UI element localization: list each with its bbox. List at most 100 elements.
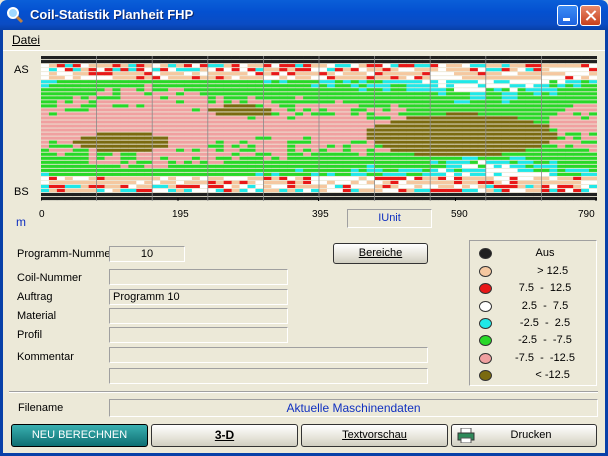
heatmap-cell (136, 64, 145, 68)
heatmap-cell (533, 128, 542, 132)
heatmap-cell (168, 100, 177, 104)
heatmap-cell (438, 180, 447, 185)
heatmap-cell (207, 124, 217, 128)
heatmap-cell (183, 160, 193, 164)
textvorschau-button[interactable]: Textvorschau (301, 424, 448, 447)
heatmap-cell (303, 196, 312, 201)
heatmap-cell (350, 184, 360, 189)
drucken-button[interactable]: Drucken (451, 424, 597, 447)
heatmap-cell (247, 176, 256, 180)
filename-field[interactable]: Aktuelle Maschinendaten (109, 399, 598, 417)
heatmap-cell (64, 180, 74, 185)
heatmap-cell (533, 156, 542, 160)
heatmap-cell (414, 160, 423, 164)
heatmap-cell (517, 104, 526, 108)
heatmap-cell (509, 148, 518, 152)
heatmap-cell (366, 172, 375, 176)
heatmap-cell (112, 140, 121, 144)
heatmap-cell (255, 160, 264, 164)
heatmap-cell (461, 184, 471, 189)
heatmap-cell (557, 108, 566, 112)
heatmap-cell (247, 112, 256, 116)
heatmap-cell (469, 72, 479, 76)
heatmap-cell (398, 180, 407, 185)
heatmap-cell (430, 76, 439, 80)
heatmap-cell (398, 160, 407, 164)
heatmap-cell (358, 100, 367, 104)
heatmap-cell (183, 184, 193, 189)
heatmap-cell (509, 56, 518, 60)
heatmap-cell (199, 196, 209, 201)
window-frame-left (0, 30, 3, 456)
material-field[interactable] (109, 308, 288, 324)
heatmap-cell (509, 140, 518, 144)
heatmap-cell (223, 100, 232, 104)
heatmap-cell (176, 172, 185, 176)
heatmap-cell (295, 116, 304, 120)
heatmap-cell (374, 116, 383, 120)
close-button[interactable] (580, 5, 601, 26)
heatmap-cell (581, 136, 590, 140)
profil-field[interactable] (109, 327, 288, 343)
heatmap-cell (573, 80, 582, 84)
heatmap-cell (366, 68, 375, 72)
coil-nummer-field[interactable] (109, 269, 288, 285)
heatmap-cell (96, 168, 105, 172)
neu-berechnen-button[interactable]: NEU BERECHNEN (11, 424, 148, 447)
auftrag-field[interactable]: Programm 10 (109, 289, 288, 305)
heatmap-cell (398, 152, 407, 156)
heatmap-cell (469, 140, 479, 144)
heatmap-cell (160, 104, 169, 108)
heatmap-cell (287, 144, 296, 148)
heatmap-cell (565, 60, 574, 64)
heatmap-cell (565, 116, 574, 120)
heatmap-cell (183, 60, 193, 64)
heatmap-cell (120, 180, 129, 185)
heatmap-cell (96, 96, 105, 100)
heatmap-cell (390, 156, 399, 160)
heatmap-cell (215, 88, 224, 92)
heatmap-cell (414, 140, 423, 144)
heatmap-cell (271, 164, 280, 168)
heatmap-cell (104, 196, 113, 201)
heatmap-cell (557, 184, 566, 189)
heatmap-cell (485, 188, 495, 193)
heatmap-cell (215, 168, 224, 172)
heatmap-cell (88, 136, 97, 140)
heatmap-cell (565, 168, 574, 172)
legend-panel: Aus > 12.5 7.5 - 12.5 2.5 - 7.5 -2.5 - 2… (469, 240, 597, 386)
heatmap-cell (144, 188, 153, 193)
heatmap-cell (430, 168, 439, 172)
kommentar-field-1[interactable] (109, 347, 428, 363)
menu-datei[interactable]: Datei (12, 33, 40, 47)
heatmap-cell (398, 120, 407, 124)
kommentar-field-2[interactable] (109, 368, 428, 384)
heatmap-cell (168, 68, 177, 72)
heatmap-cell (271, 88, 280, 92)
heatmap-cell (279, 196, 288, 201)
programm-nummer-field[interactable]: 10 (109, 246, 185, 262)
heatmap-cell (136, 80, 145, 84)
heatmap-cell (319, 120, 328, 124)
heatmap-cell (493, 80, 502, 84)
bereiche-button[interactable]: Bereiche (333, 243, 428, 264)
x-tick-0: 0 (39, 209, 45, 220)
heatmap-cell (191, 88, 201, 92)
heatmap-cell (477, 152, 487, 156)
heatmap-cell (112, 88, 121, 92)
heatmap-cell (239, 132, 248, 136)
heatmap-cell (271, 80, 280, 84)
heatmap-cell (199, 156, 209, 160)
heatmap-cell (183, 68, 193, 72)
minimize-button[interactable] (557, 5, 578, 26)
heatmap-cell (557, 60, 566, 64)
heatmap-cell (255, 128, 264, 132)
heatmap-cell (477, 184, 487, 189)
3d-button[interactable]: 3-D (151, 424, 298, 447)
heatmap-cell (350, 160, 360, 164)
heatmap-cell (223, 128, 232, 132)
heatmap-cell (485, 172, 495, 176)
heatmap-cell (311, 188, 320, 193)
heatmap-cell (215, 184, 224, 189)
heatmap-cell (573, 148, 582, 152)
